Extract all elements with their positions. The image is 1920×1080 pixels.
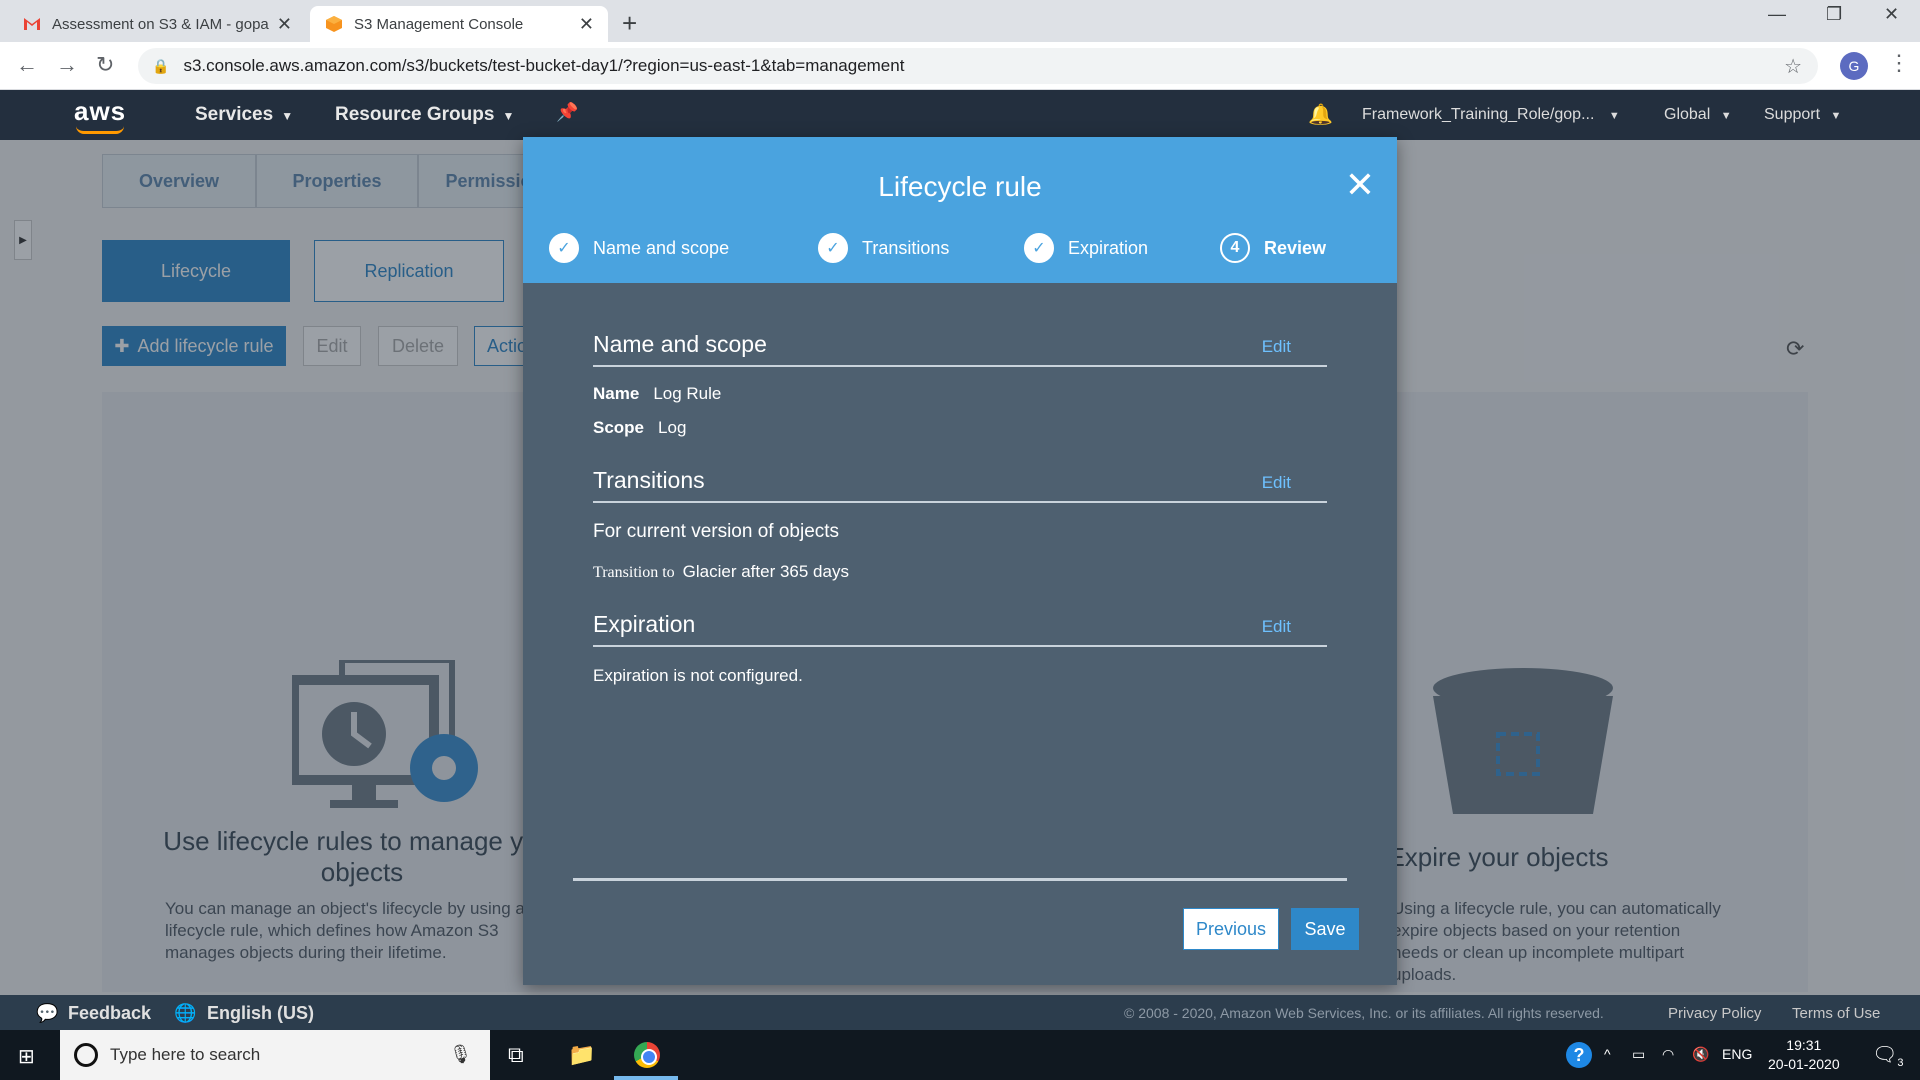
- tab-title: S3 Management Console: [354, 15, 524, 33]
- help-icon[interactable]: ?: [1566, 1042, 1592, 1068]
- step-review[interactable]: 4 Review: [1220, 233, 1326, 263]
- expiration-text: Expiration is not configured.: [593, 666, 803, 685]
- clock-date: 20-01-2020: [1768, 1056, 1840, 1072]
- battery-icon[interactable]: ▭: [1632, 1046, 1645, 1063]
- save-button[interactable]: Save: [1291, 908, 1359, 950]
- microphone-icon[interactable]: 🎙: [449, 1044, 472, 1065]
- check-icon: ✓: [1024, 233, 1054, 263]
- action-center-icon[interactable]: 🗨3: [1872, 1042, 1904, 1069]
- section-name-and-scope: Name and scope Edit: [593, 331, 1327, 367]
- windows-taskbar: ⊞ Type here to search 🎙 ⧉ 📁 ? ^ ▭ ◠ 🔇 EN…: [0, 1030, 1920, 1080]
- transitions-subtitle: For current version of objects: [593, 521, 840, 542]
- edit-expiration-link[interactable]: Edit: [1262, 617, 1291, 637]
- terms-of-use-link[interactable]: Terms of Use: [1792, 1005, 1880, 1022]
- back-icon[interactable]: ←: [16, 52, 38, 78]
- wifi-icon[interactable]: ◠: [1662, 1046, 1674, 1063]
- chrome-icon[interactable]: [634, 1042, 660, 1068]
- previous-button[interactable]: Previous: [1183, 908, 1279, 950]
- file-explorer-icon[interactable]: 📁: [568, 1042, 595, 1068]
- section-title: Name and scope: [593, 331, 767, 357]
- browser-tab-strip: Assessment on S3 & IAM - gopal ✕ S3 Mana…: [0, 0, 1920, 42]
- step-expiration[interactable]: ✓ Expiration: [1024, 233, 1148, 263]
- forward-icon[interactable]: →: [56, 52, 78, 78]
- show-hidden-icons[interactable]: ^: [1604, 1046, 1611, 1062]
- close-tab-icon[interactable]: ✕: [579, 14, 594, 35]
- pin-icon[interactable]: 📌: [556, 102, 578, 123]
- aws-top-nav: aws Services ▼ Resource Groups ▼ 📌 🔔 Frame…: [0, 90, 1920, 140]
- lock-icon: 🔒: [152, 57, 170, 74]
- notification-count: 3: [1897, 1057, 1904, 1069]
- step-name-and-scope[interactable]: ✓ Name and scope: [549, 233, 729, 263]
- browser-toolbar: ← → ↻ 🔒 s3.console.aws.amazon.com/s3/buc…: [0, 42, 1920, 90]
- privacy-policy-link[interactable]: Privacy Policy: [1668, 1005, 1761, 1022]
- cortana-icon: [74, 1043, 98, 1067]
- bookmark-star-icon[interactable]: ☆: [1784, 54, 1802, 79]
- scope-row: Scope Log: [593, 418, 687, 437]
- browser-menu-icon[interactable]: ⋮: [1888, 50, 1910, 76]
- support-menu[interactable]: Support ▼: [1764, 106, 1841, 124]
- new-tab-icon[interactable]: +: [622, 8, 637, 39]
- address-bar[interactable]: 🔒 s3.console.aws.amazon.com/s3/buckets/t…: [138, 48, 1818, 84]
- language-selector[interactable]: English (US): [207, 1003, 314, 1024]
- profile-avatar[interactable]: G: [1840, 52, 1868, 80]
- modal-title: Lifecycle rule: [878, 171, 1042, 202]
- tab-s3-console[interactable]: S3 Management Console ✕: [310, 6, 608, 42]
- notification-bell-icon[interactable]: 🔔: [1308, 102, 1333, 127]
- tab-title: Assessment on S3 & IAM - gopal: [52, 15, 269, 33]
- step-transitions[interactable]: ✓ Transitions: [818, 233, 949, 263]
- modal-divider: [573, 878, 1347, 881]
- check-icon: ✓: [818, 233, 848, 263]
- feedback-icon[interactable]: 💬: [36, 1003, 58, 1024]
- modal-header: Lifecycle rule ✕ ✓ Name and scope ✓ Transi…: [523, 137, 1397, 283]
- region-menu[interactable]: Global ▼: [1664, 106, 1732, 124]
- clock-time: 19:31: [1786, 1037, 1822, 1053]
- minimize-icon[interactable]: —: [1768, 4, 1786, 25]
- resource-groups-menu[interactable]: Resource Groups ▼: [335, 104, 514, 126]
- system-clock[interactable]: 19:31 20-01-2020: [1768, 1036, 1840, 1074]
- close-tab-icon[interactable]: ✕: [277, 14, 292, 35]
- caret-down-icon: ▼: [502, 109, 515, 123]
- feedback-link[interactable]: Feedback: [68, 1003, 151, 1024]
- aws-footer: 💬 Feedback 🌐 English (US) © 2008 - 2020,…: [0, 995, 1920, 1030]
- section-transitions: Transitions Edit: [593, 467, 1327, 503]
- language-indicator[interactable]: ENG: [1722, 1046, 1752, 1062]
- restore-icon[interactable]: ❐: [1826, 4, 1842, 25]
- aws-logo[interactable]: aws: [74, 96, 126, 134]
- close-icon[interactable]: ✕: [1345, 167, 1375, 203]
- step-number: 4: [1220, 233, 1250, 263]
- globe-icon: 🌐: [174, 1003, 197, 1023]
- section-title: Expiration: [593, 611, 696, 637]
- caret-down-icon: ▼: [281, 109, 294, 123]
- name-row: Name Log Rule: [593, 384, 722, 403]
- copyright-text: © 2008 - 2020, Amazon Web Services, Inc.…: [1124, 1005, 1604, 1021]
- task-view-icon[interactable]: ⧉: [508, 1042, 524, 1068]
- section-expiration: Expiration Edit: [593, 611, 1327, 647]
- search-placeholder: Type here to search: [110, 1045, 261, 1064]
- url-text: s3.console.aws.amazon.com/s3/buckets/tes…: [183, 56, 905, 75]
- check-icon: ✓: [549, 233, 579, 263]
- lifecycle-rule-modal: Lifecycle rule ✕ ✓ Name and scope ✓ Transi…: [523, 137, 1397, 985]
- edit-transitions-link[interactable]: Edit: [1262, 473, 1291, 493]
- reload-icon[interactable]: ↻: [96, 52, 114, 78]
- taskbar-search[interactable]: Type here to search 🎙: [60, 1030, 490, 1080]
- tab-gmail[interactable]: Assessment on S3 & IAM - gopal ✕: [8, 6, 306, 42]
- edit-name-scope-link[interactable]: Edit: [1262, 337, 1291, 357]
- windows-start-icon[interactable]: ⊞: [18, 1044, 35, 1069]
- active-app-indicator: [614, 1076, 678, 1080]
- gmail-icon: [22, 14, 42, 34]
- services-menu[interactable]: Services ▼: [195, 104, 293, 126]
- account-menu[interactable]: Framework_Training_Role/gop... ▼: [1362, 106, 1620, 124]
- close-window-icon[interactable]: ✕: [1884, 4, 1899, 25]
- aws-icon: [324, 14, 344, 34]
- transition-row: Transition to Glacier after 365 days: [593, 562, 849, 581]
- section-title: Transitions: [593, 467, 705, 493]
- volume-muted-icon[interactable]: 🔇: [1692, 1046, 1709, 1063]
